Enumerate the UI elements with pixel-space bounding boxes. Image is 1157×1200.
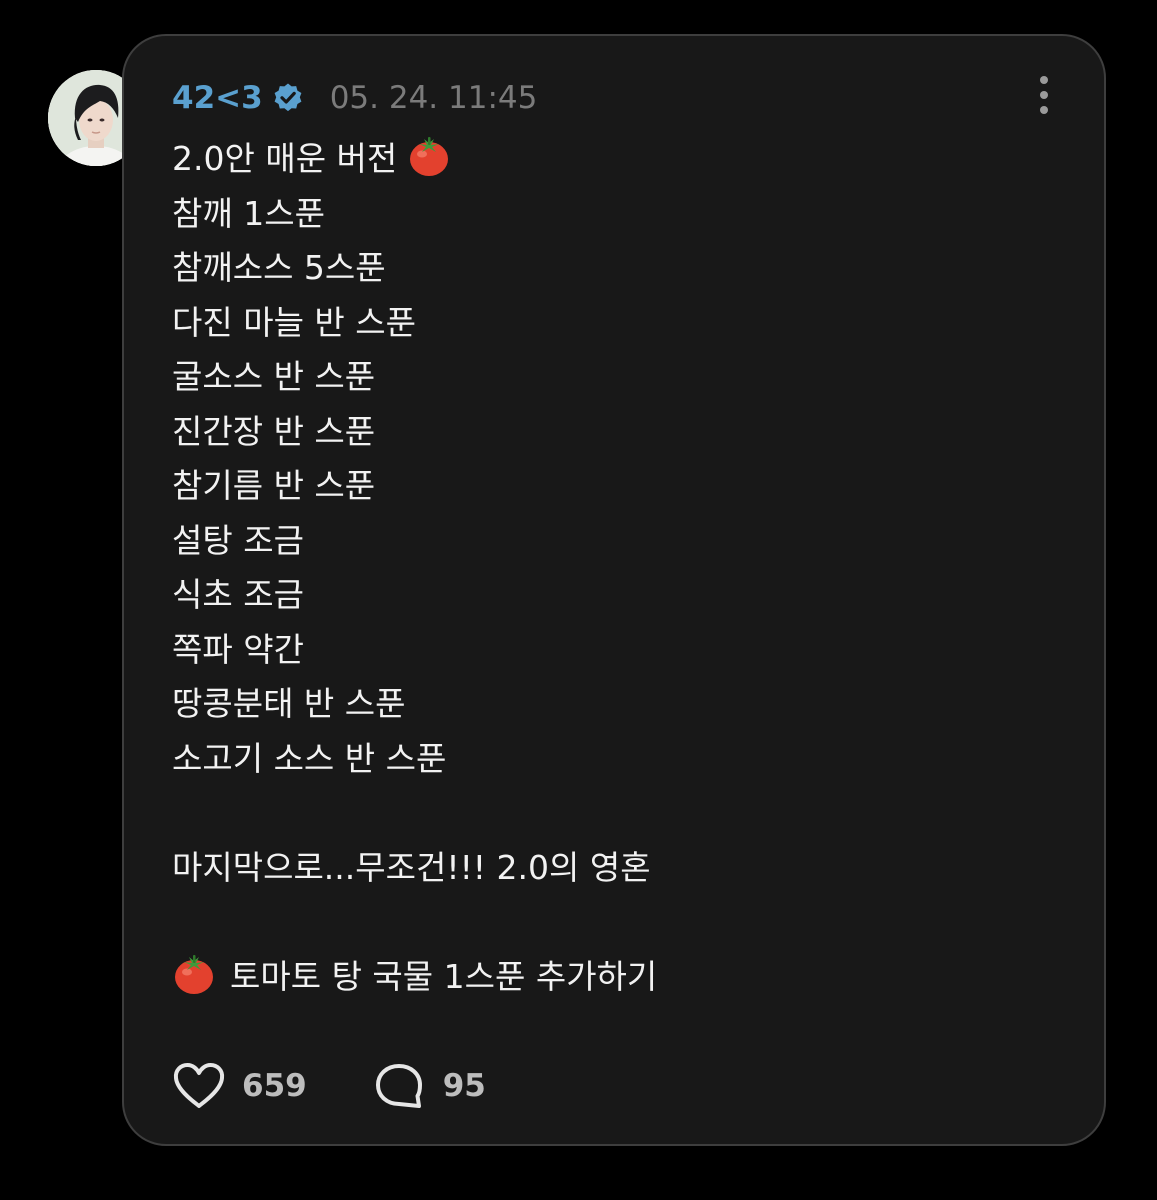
ingredient-line: 소고기 소스 반 스푼 [172, 738, 447, 778]
ingredient-line: 참깨소스 5스푼 [172, 248, 386, 287]
more-options-button[interactable] [1034, 74, 1054, 118]
tomato-icon [407, 134, 451, 178]
ingredient-line: 다진 마늘 반 스푼 [172, 302, 416, 342]
comment-button[interactable]: 95 [373, 1061, 486, 1111]
username[interactable]: 42<3 [172, 82, 263, 114]
post-header: 42<3 05. 24. 11:45 [172, 74, 537, 122]
like-count: 659 [242, 1068, 307, 1104]
tomato-icon [172, 952, 216, 996]
post-timestamp: 05. 24. 11:45 [329, 79, 538, 116]
ingredient-line: 참기름 반 스푼 [172, 466, 376, 505]
ingredient-line: 설탕 조금 [172, 520, 304, 560]
post-title: 2.0안 매운 버전 [172, 139, 398, 178]
ingredient-line: 굴소스 반 스푼 [172, 357, 376, 396]
speech-bubble-icon [373, 1061, 427, 1111]
closing-line: 마지막으로...무조건!!! 2.0의 영혼 [172, 847, 651, 887]
post-card: 42<3 05. 24. 11:45 2.0안 매운 버전 참깨 1스푼 참깨소… [122, 34, 1106, 1146]
post-actions: 659 95 [172, 1060, 486, 1112]
ingredient-line: 쪽파 약간 [172, 629, 304, 669]
ingredient-line: 식초 조금 [172, 575, 304, 614]
post-text: 2.0안 매운 버전 참깨 1스푼 참깨소스 5스푼 다진 마늘 반 스푼 굴소… [172, 132, 1062, 1004]
final-step-line: 토마토 탕 국물 1스푼 추가하기 [172, 950, 1062, 1005]
vertical-ellipsis-icon [1040, 76, 1048, 114]
heart-outline-icon [172, 1061, 226, 1111]
ingredient-line: 참깨 1스푼 [172, 193, 325, 233]
final-step-text: 토마토 탕 국물 1스푼 추가하기 [230, 956, 658, 996]
like-button[interactable]: 659 [172, 1061, 307, 1111]
comment-count: 95 [442, 1068, 486, 1104]
verified-badge-icon [272, 82, 304, 114]
post-title-line: 2.0안 매운 버전 [172, 132, 1062, 187]
ingredient-line: 땅콩분태 반 스푼 [172, 684, 406, 723]
ingredient-line: 진간장 반 스푼 [172, 411, 376, 451]
